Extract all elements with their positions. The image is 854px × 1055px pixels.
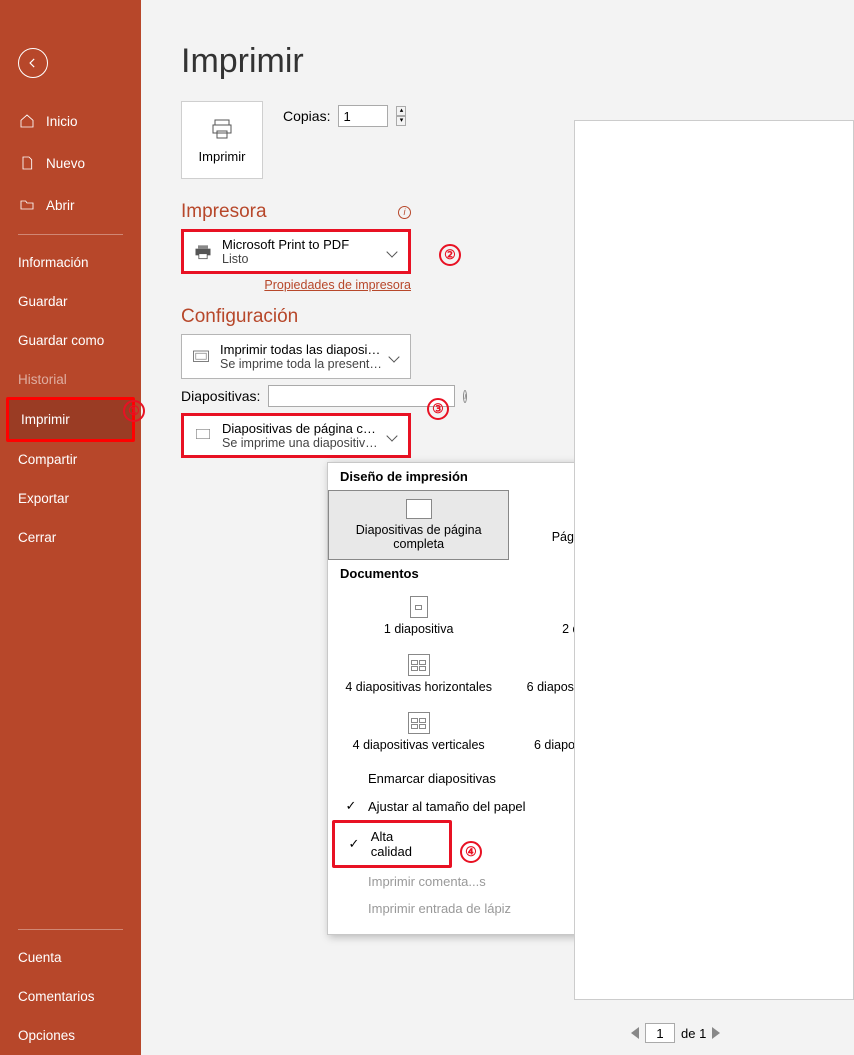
layout-dropdown[interactable]: Diapositivas de página com... Se imprime… (181, 413, 411, 458)
config-section-label: Configuración (181, 306, 411, 328)
nav-label: Imprimir (21, 412, 70, 427)
handout-4h-icon (408, 654, 430, 676)
chevron-down-icon (386, 246, 397, 257)
chevron-down-icon (388, 351, 399, 362)
dropdown-line2: Se imprime una diapositiva... (222, 436, 380, 450)
annotation-3: ③ (427, 398, 449, 420)
nav-cerrar[interactable]: Cerrar (0, 518, 141, 557)
print-preview (574, 120, 854, 1000)
page-total: de 1 (681, 1026, 706, 1041)
nav-guardar-como[interactable]: Guardar como (0, 321, 141, 360)
nav-opciones[interactable]: Opciones (0, 1016, 141, 1055)
next-page-button[interactable] (712, 1027, 720, 1039)
printer-icon (208, 117, 236, 141)
chevron-down-icon (386, 430, 397, 441)
nav-historial: Historial (0, 360, 141, 399)
printer-section-label: Impresora i (181, 201, 411, 223)
nav-label: Inicio (46, 114, 78, 129)
nav-label: Compartir (18, 452, 77, 467)
annotation-1: ① (123, 400, 145, 422)
nav-imprimir[interactable]: Imprimir (9, 400, 132, 439)
nav-comentarios[interactable]: Comentarios (0, 977, 141, 1016)
annotation-highlight-imprimir: Imprimir (6, 397, 135, 442)
print-range-dropdown[interactable]: Imprimir todas las diapositi... Se impri… (181, 334, 411, 379)
copies-label: Copias: (283, 108, 330, 124)
handout-4v[interactable]: 4 diapositivas verticales (328, 703, 509, 761)
nav-label: Información (18, 255, 89, 270)
handout-1-icon (410, 596, 428, 618)
option-high-quality[interactable]: ✓Alta calidad (332, 820, 452, 868)
nav-label: Guardar (18, 294, 68, 309)
check-icon: ✓ (347, 836, 361, 852)
printer-dropdown[interactable]: Microsoft Print to PDF Listo (181, 229, 411, 274)
slides-label: Diapositivas: (181, 388, 260, 404)
handout-4v-icon (408, 712, 430, 734)
nav-label: Comentarios (18, 989, 95, 1004)
printer-icon (192, 241, 214, 263)
annotation-2: ② (439, 244, 461, 266)
slides-stack-icon (190, 346, 212, 368)
dropdown-line1: Diapositivas de página com... (222, 421, 380, 436)
dropdown-line1: Imprimir todas las diapositi... (220, 342, 382, 357)
nav-compartir[interactable]: Compartir (0, 440, 141, 479)
nav-label: Opciones (18, 1028, 75, 1043)
page-number-input[interactable] (645, 1023, 675, 1043)
nav-label: Exportar (18, 491, 69, 506)
handout-4h[interactable]: 4 diapositivas horizontales (328, 645, 509, 703)
nav-label: Nuevo (46, 156, 85, 171)
print-panel: Imprimir Imprimir Copias: ▴▾ Impresora i… (141, 0, 854, 1055)
handout-1[interactable]: 1 diapositiva (328, 587, 509, 645)
nav-label: Cerrar (18, 530, 56, 545)
full-slide-icon (406, 499, 432, 519)
home-icon (18, 112, 36, 130)
nav-label: Guardar como (18, 333, 104, 348)
divider (18, 234, 123, 235)
annotation-4: ④ (460, 841, 482, 863)
page-navigator: de 1 (631, 1023, 720, 1043)
copies-input[interactable] (338, 105, 388, 127)
page-title: Imprimir (181, 42, 854, 81)
backstage-sidebar: Inicio Nuevo Abrir Información Guardar G… (0, 0, 141, 1055)
prev-page-button[interactable] (631, 1027, 639, 1039)
print-button[interactable]: Imprimir (181, 101, 263, 179)
nav-label: Historial (18, 372, 67, 387)
nav-nuevo[interactable]: Nuevo (0, 142, 141, 184)
nav-label: Abrir (46, 198, 75, 213)
divider (18, 929, 123, 930)
nav-exportar[interactable]: Exportar (0, 479, 141, 518)
nav-guardar[interactable]: Guardar (0, 282, 141, 321)
back-button[interactable] (18, 48, 48, 78)
check-icon: ✓ (344, 798, 358, 814)
nav-abrir[interactable]: Abrir (0, 184, 141, 226)
info-icon[interactable]: i (398, 206, 411, 219)
open-folder-icon (18, 196, 36, 214)
nav-inicio[interactable]: Inicio (0, 100, 141, 142)
print-button-label: Imprimir (199, 149, 246, 164)
copies-spinner[interactable]: ▴▾ (396, 106, 406, 126)
printer-properties-link[interactable]: Propiedades de impresora (181, 278, 411, 292)
slide-page-icon (192, 425, 214, 447)
nav-label: Cuenta (18, 950, 62, 965)
new-file-icon (18, 154, 36, 172)
info-icon[interactable]: i (463, 390, 467, 403)
dropdown-line2: Se imprime toda la presenta... (220, 357, 382, 371)
arrow-left-icon (26, 56, 40, 70)
nav-cuenta[interactable]: Cuenta (0, 938, 141, 977)
printer-name: Microsoft Print to PDF (222, 237, 380, 252)
nav-informacion[interactable]: Información (0, 243, 141, 282)
layout-full-page[interactable]: Diapositivas de página completa (328, 490, 509, 560)
printer-status: Listo (222, 252, 380, 266)
